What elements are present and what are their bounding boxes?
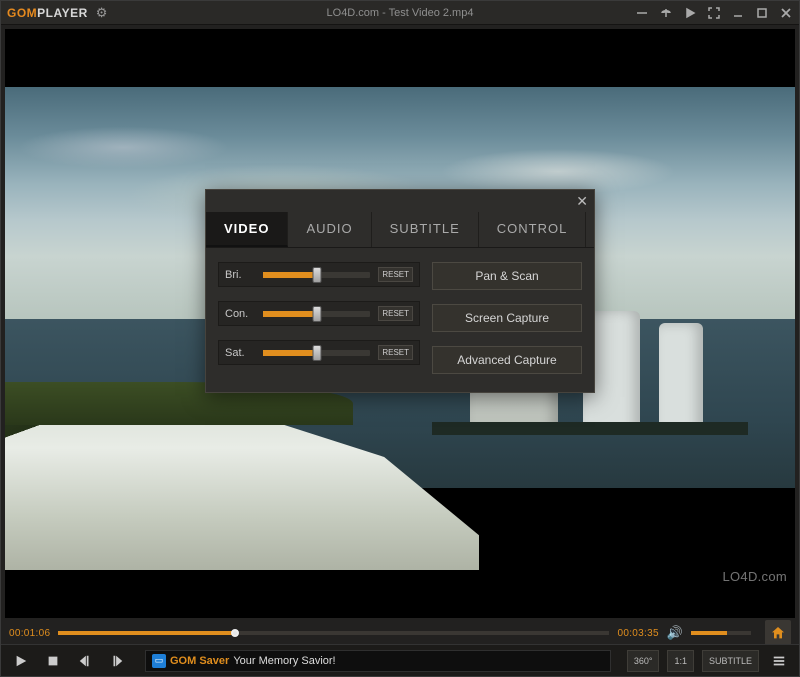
sliders-column: Bri. RESET Con. RESET Sat. — [218, 262, 420, 374]
promo-app-icon: ▭ — [152, 654, 166, 668]
watermark-text: LO4D.com — [722, 569, 787, 584]
promo-tagline: Your Memory Savior! — [233, 655, 335, 667]
slider-brightness: Bri. RESET — [218, 262, 420, 287]
promo-brand: GOM Saver — [170, 655, 229, 667]
brightness-reset-button[interactable]: RESET — [378, 267, 413, 282]
tab-video[interactable]: VIDEO — [206, 212, 288, 247]
current-time: 00:01:06 — [9, 628, 50, 639]
brightness-slider[interactable] — [263, 272, 370, 278]
stop-button[interactable] — [41, 649, 65, 673]
panel-body: Bri. RESET Con. RESET Sat. — [206, 248, 594, 392]
button-360[interactable]: 360° — [627, 650, 660, 672]
logo-accent: GOM — [7, 6, 37, 20]
tab-control[interactable]: CONTROL — [479, 212, 587, 247]
saturation-reset-button[interactable]: RESET — [378, 345, 413, 360]
next-button[interactable] — [105, 649, 129, 673]
close-icon[interactable] — [779, 6, 793, 20]
button-ratio[interactable]: 1:1 — [667, 650, 694, 672]
slider-contrast: Con. RESET — [218, 301, 420, 326]
contrast-slider[interactable] — [263, 311, 370, 317]
panel-close-icon[interactable]: ✕ — [576, 193, 588, 210]
gear-icon[interactable]: ⚙ — [96, 5, 108, 21]
actions-column: Pan & Scan Screen Capture Advanced Captu… — [432, 262, 582, 374]
promo-banner[interactable]: ▭ GOM Saver Your Memory Savior! — [145, 650, 611, 672]
minimize-to-tray-icon[interactable] — [635, 6, 649, 20]
seek-bar[interactable] — [58, 631, 609, 635]
tab-audio[interactable]: AUDIO — [288, 212, 371, 247]
slider-label: Sat. — [225, 347, 255, 359]
volume-slider[interactable] — [691, 631, 751, 635]
playlist-icon[interactable] — [767, 649, 791, 673]
play-small-icon[interactable] — [683, 6, 697, 20]
contrast-reset-button[interactable]: RESET — [378, 306, 413, 321]
control-panel: ✕ VIDEO AUDIO SUBTITLE CONTROL Bri. RESE… — [205, 189, 595, 393]
saturation-slider[interactable] — [263, 350, 370, 356]
panel-tabs: VIDEO AUDIO SUBTITLE CONTROL — [206, 212, 594, 248]
home-button[interactable] — [765, 620, 791, 646]
play-button[interactable] — [9, 649, 33, 673]
prev-button[interactable] — [73, 649, 97, 673]
bottom-bar: ▭ GOM Saver Your Memory Savior! 360° 1:1… — [1, 644, 799, 676]
fullscreen-icon[interactable] — [707, 6, 721, 20]
screen-capture-button[interactable]: Screen Capture — [432, 304, 582, 332]
slider-saturation: Sat. RESET — [218, 340, 420, 365]
pan-scan-button[interactable]: Pan & Scan — [432, 262, 582, 290]
tab-subtitle[interactable]: SUBTITLE — [372, 212, 479, 247]
logo-rest: PLAYER — [37, 6, 88, 20]
slider-label: Bri. — [225, 269, 255, 281]
button-subtitle[interactable]: SUBTITLE — [702, 650, 759, 672]
app-window: GOMPLAYER ⚙ LO4D.com - Test Video 2.mp4 — [0, 0, 800, 677]
slider-label: Con. — [225, 308, 255, 320]
total-time: 00:03:35 — [617, 628, 658, 639]
volume-icon[interactable]: 🔊 — [667, 625, 683, 641]
advanced-capture-button[interactable]: Advanced Capture — [432, 346, 582, 374]
title-bar: GOMPLAYER ⚙ LO4D.com - Test Video 2.mp4 — [1, 1, 799, 25]
maximize-icon[interactable] — [755, 6, 769, 20]
minimize-icon[interactable] — [731, 6, 745, 20]
wifi-icon[interactable] — [659, 6, 673, 20]
panel-titlebar: ✕ — [206, 190, 594, 212]
title-buttons — [635, 6, 793, 20]
app-logo: GOMPLAYER — [7, 6, 88, 20]
progress-row: 00:01:06 00:03:35 🔊 — [1, 622, 799, 644]
video-area[interactable]: LO4D.com ✕ VIDEO AUDIO SUBTITLE CONTROL … — [5, 29, 795, 618]
